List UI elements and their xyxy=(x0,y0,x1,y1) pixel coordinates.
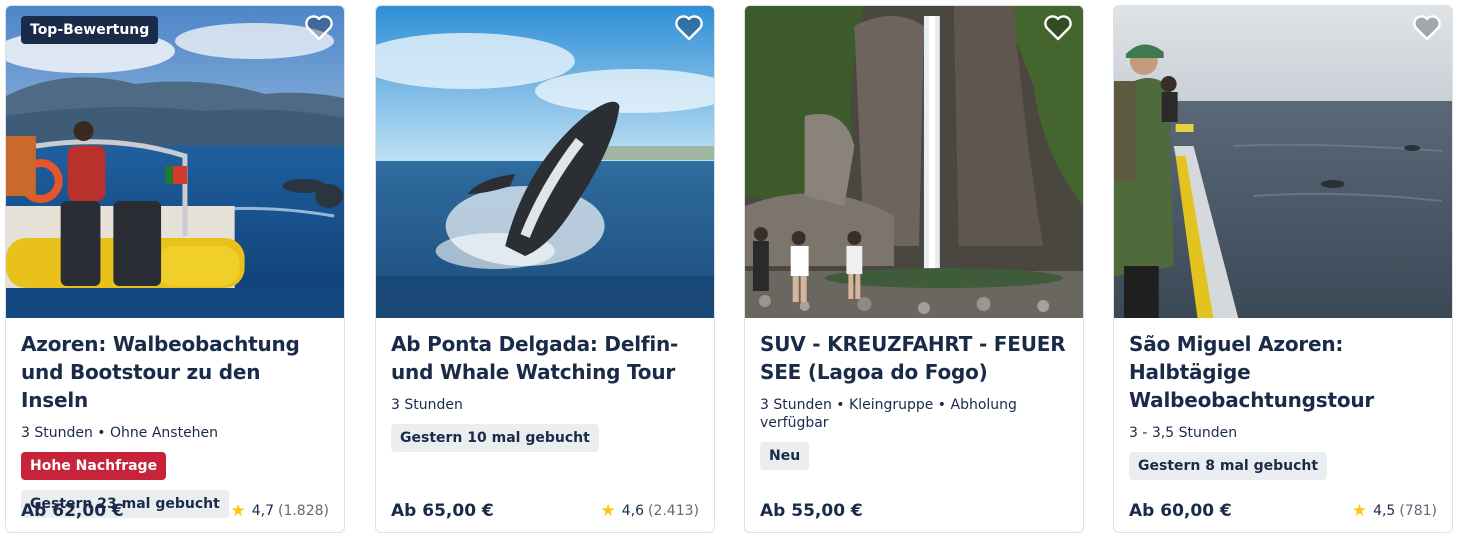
price: Ab 65,00 € xyxy=(391,501,494,521)
new-badge: Neu xyxy=(760,442,810,470)
star-icon: ★ xyxy=(600,501,616,521)
activity-card[interactable]: Top-Bewertung Azoren: Walbeobachtung und… xyxy=(5,5,345,533)
boat-whale-photo xyxy=(6,6,344,318)
card-body: Azoren: Walbeobachtung und Bootstour zu … xyxy=(6,318,344,532)
card-footer: Ab 62,00 € ★ 4,7 (1.828) xyxy=(21,500,329,522)
price: Ab 55,00 € xyxy=(760,501,863,521)
breaching-whale-photo xyxy=(376,6,714,318)
card-body: Ab Ponta Delgada: Delfin- und Whale Watc… xyxy=(376,318,714,532)
heart-icon[interactable] xyxy=(674,14,704,42)
activity-meta: 3 Stunden • Kleingruppe • Abholung verfü… xyxy=(760,397,1017,431)
high-demand-badge: Hohe Nachfrage xyxy=(21,452,167,480)
activity-card[interactable]: São Miguel Azoren: Halbtägige Walbeobach… xyxy=(1113,5,1453,533)
card-footer: Ab 60,00 € ★ 4,5 (781) xyxy=(1129,500,1437,522)
activity-meta: 3 - 3,5 Stunden xyxy=(1129,425,1238,441)
rating: ★ 4,5 (781) xyxy=(1352,501,1437,521)
booked-yesterday-badge: Gestern 10 mal gebucht xyxy=(391,424,599,452)
activity-meta: 3 Stunden • Ohne Anstehen xyxy=(21,425,219,441)
review-count: (2.413) xyxy=(647,503,699,519)
activity-card[interactable]: Ab Ponta Delgada: Delfin- und Whale Watc… xyxy=(375,5,715,533)
activity-image[interactable] xyxy=(376,6,714,318)
rating-value: 4,5 xyxy=(1373,503,1396,519)
rating: ★ 4,7 (1.828) xyxy=(230,501,329,521)
activity-title[interactable]: São Miguel Azoren: Halbtägige Walbeobach… xyxy=(1129,330,1437,414)
review-count: (781) xyxy=(1399,503,1437,519)
activity-card[interactable]: SUV - KREUZFAHRT - FEUER SEE (Lagoa do F… xyxy=(744,5,1084,533)
heart-icon[interactable] xyxy=(1043,14,1073,42)
activity-title[interactable]: Ab Ponta Delgada: Delfin- und Whale Watc… xyxy=(391,330,699,386)
heart-icon[interactable] xyxy=(1412,14,1442,42)
star-icon: ★ xyxy=(230,501,246,521)
rating-value: 4,7 xyxy=(251,503,274,519)
waterfall-photo xyxy=(745,6,1083,318)
ship-deck-photo xyxy=(1114,6,1452,318)
activity-image[interactable] xyxy=(745,6,1083,318)
heart-icon[interactable] xyxy=(304,14,334,42)
top-rating-badge: Top-Bewertung xyxy=(21,16,159,44)
activity-image[interactable]: Top-Bewertung xyxy=(6,6,344,318)
card-body: São Miguel Azoren: Halbtägige Walbeobach… xyxy=(1114,318,1452,532)
card-footer: Ab 55,00 € xyxy=(760,500,1068,522)
activity-title[interactable]: SUV - KREUZFAHRT - FEUER SEE (Lagoa do F… xyxy=(760,330,1068,386)
card-body: SUV - KREUZFAHRT - FEUER SEE (Lagoa do F… xyxy=(745,318,1083,532)
star-icon: ★ xyxy=(1351,501,1368,521)
card-footer: Ab 65,00 € ★ 4,6 (2.413) xyxy=(391,500,699,522)
review-count: (1.828) xyxy=(277,503,329,519)
price: Ab 62,00 € xyxy=(21,501,124,521)
activity-meta: 3 Stunden xyxy=(391,397,463,413)
rating-value: 4,6 xyxy=(621,503,644,519)
activity-card-grid: Top-Bewertung Azoren: Walbeobachtung und… xyxy=(0,0,1458,538)
booked-yesterday-badge: Gestern 8 mal gebucht xyxy=(1129,452,1328,480)
activity-image[interactable] xyxy=(1114,6,1452,318)
activity-title[interactable]: Azoren: Walbeobachtung und Bootstour zu … xyxy=(21,330,329,414)
rating: ★ 4,6 (2.413) xyxy=(600,501,699,521)
price: Ab 60,00 € xyxy=(1129,501,1232,521)
